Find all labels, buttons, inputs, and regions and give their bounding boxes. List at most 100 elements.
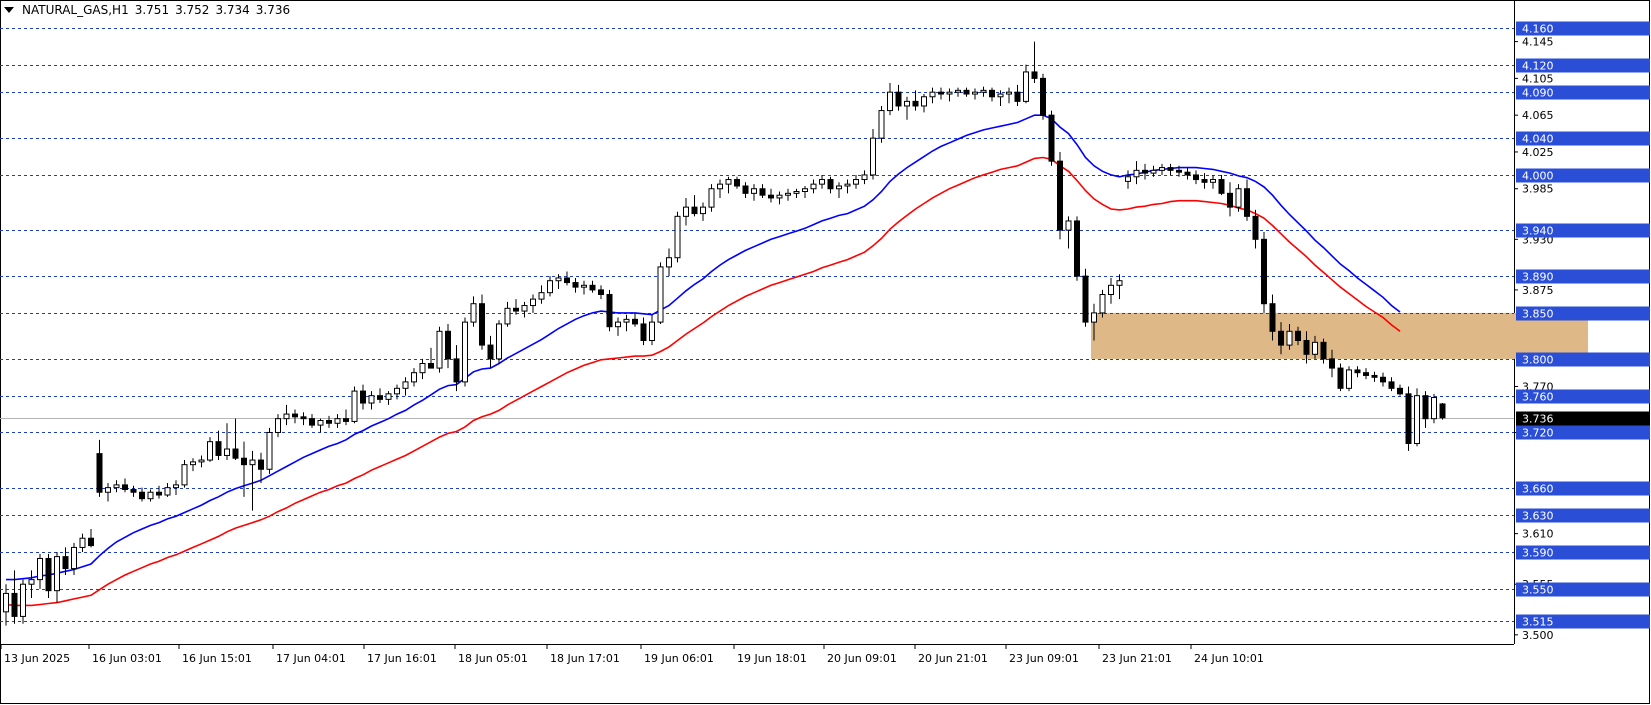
candle-body [1227, 192, 1233, 208]
candle-body [1125, 176, 1131, 182]
candle-body [581, 284, 587, 288]
candle-body [980, 89, 987, 93]
candle-body [572, 282, 579, 288]
candle-body [1422, 395, 1429, 420]
candle-body [283, 413, 290, 420]
candle-body [496, 323, 502, 360]
candle-body [1329, 358, 1335, 369]
level-price-label: 4.120 [1522, 60, 1554, 73]
candle-body [1023, 71, 1029, 102]
candle-body [513, 307, 519, 312]
candlestick-chart[interactable]: 4.1454.1054.0654.0253.9853.9303.8753.825… [0, 0, 1651, 705]
candle-body [487, 344, 494, 360]
candle-body [1295, 330, 1301, 341]
candle-body [674, 215, 681, 259]
candle-body [428, 362, 434, 369]
candle-body [368, 395, 375, 404]
candle-body [1006, 91, 1012, 95]
candle-body [759, 188, 766, 196]
candle-body [249, 459, 256, 466]
candle-body [258, 459, 264, 470]
candle-body [147, 491, 154, 500]
candle-body [938, 91, 944, 95]
candle-body [394, 387, 400, 395]
candle-body [776, 194, 783, 199]
candle-body [45, 557, 52, 592]
candle-body [1346, 369, 1352, 389]
level-price-label: 3.515 [1522, 616, 1554, 629]
candle-body [1040, 77, 1046, 116]
candle-body [547, 280, 553, 294]
candle-body [28, 579, 35, 585]
candle-body [1218, 179, 1225, 194]
candle-body [683, 206, 689, 217]
candle-body [3, 592, 9, 613]
candle-body [1014, 91, 1021, 102]
y-tick-label: 4.105 [1522, 72, 1554, 85]
level-price-label: 3.940 [1522, 225, 1554, 238]
candle-body [215, 441, 222, 456]
candle-body [173, 484, 179, 489]
candle-body [1405, 393, 1412, 445]
candle-body [632, 318, 638, 325]
candle-body [742, 185, 749, 194]
candle-body [207, 441, 213, 461]
candle-body [1337, 367, 1344, 389]
candle-body [130, 488, 137, 493]
level-price-label: 3.850 [1522, 308, 1554, 321]
candle-body [1414, 395, 1420, 445]
level-price-label: 3.550 [1522, 584, 1554, 597]
candle-body [1065, 220, 1072, 231]
candle-body [1269, 303, 1276, 332]
candle-body [819, 179, 825, 185]
x-tick-label: 16 Jun 03:01 [92, 652, 162, 665]
candle-body [232, 448, 239, 459]
candle-body [445, 330, 451, 360]
candle-body [1167, 167, 1174, 171]
candle-body [708, 188, 715, 208]
candle-body [37, 557, 43, 581]
candle-body [1388, 381, 1395, 389]
candle-body [725, 179, 732, 185]
candle-body [402, 381, 409, 389]
x-tick-label: 20 Jun 09:01 [827, 652, 897, 665]
candle-body [751, 188, 757, 194]
y-tick-label: 4.145 [1522, 36, 1554, 49]
candle-body [1312, 341, 1318, 355]
candle-body [844, 183, 851, 187]
candle-body [946, 91, 953, 95]
candle-body [411, 372, 417, 383]
candle-body [870, 137, 876, 176]
level-price-label: 3.800 [1522, 354, 1554, 367]
x-tick-label: 17 Jun 16:01 [367, 652, 437, 665]
candle-body [657, 266, 664, 323]
y-tick-label: 4.025 [1522, 146, 1554, 159]
candle-body [1057, 160, 1063, 231]
level-price-label: 3.760 [1522, 391, 1554, 404]
y-tick-label: 3.985 [1522, 183, 1554, 196]
candle-body [139, 491, 145, 500]
candle-body [224, 448, 230, 456]
supply-zone[interactable] [1091, 312, 1588, 359]
candle-body [1108, 284, 1114, 296]
candle-body [190, 461, 196, 466]
candle-body [1363, 372, 1369, 376]
candle-body [198, 459, 205, 463]
candle-body [861, 174, 868, 181]
candle-body [615, 321, 621, 328]
candle-body [904, 100, 910, 107]
level-price-label: 4.090 [1522, 87, 1554, 100]
x-tick-label: 19 Jun 06:01 [644, 652, 714, 665]
candle-body [20, 583, 26, 617]
candle-body [878, 110, 885, 139]
candle-body [1091, 312, 1097, 323]
candle-body [989, 89, 995, 98]
candle-body [351, 390, 358, 422]
candle-body [1082, 275, 1089, 323]
level-price-label: 3.660 [1522, 483, 1554, 496]
candle-body [1159, 167, 1165, 171]
candle-body [1261, 238, 1267, 305]
candle-body [538, 292, 545, 300]
candle-body [691, 206, 698, 215]
chart-area[interactable]: NATURAL_GAS,H1 3.751 3.752 3.734 3.736 4… [0, 0, 1651, 705]
